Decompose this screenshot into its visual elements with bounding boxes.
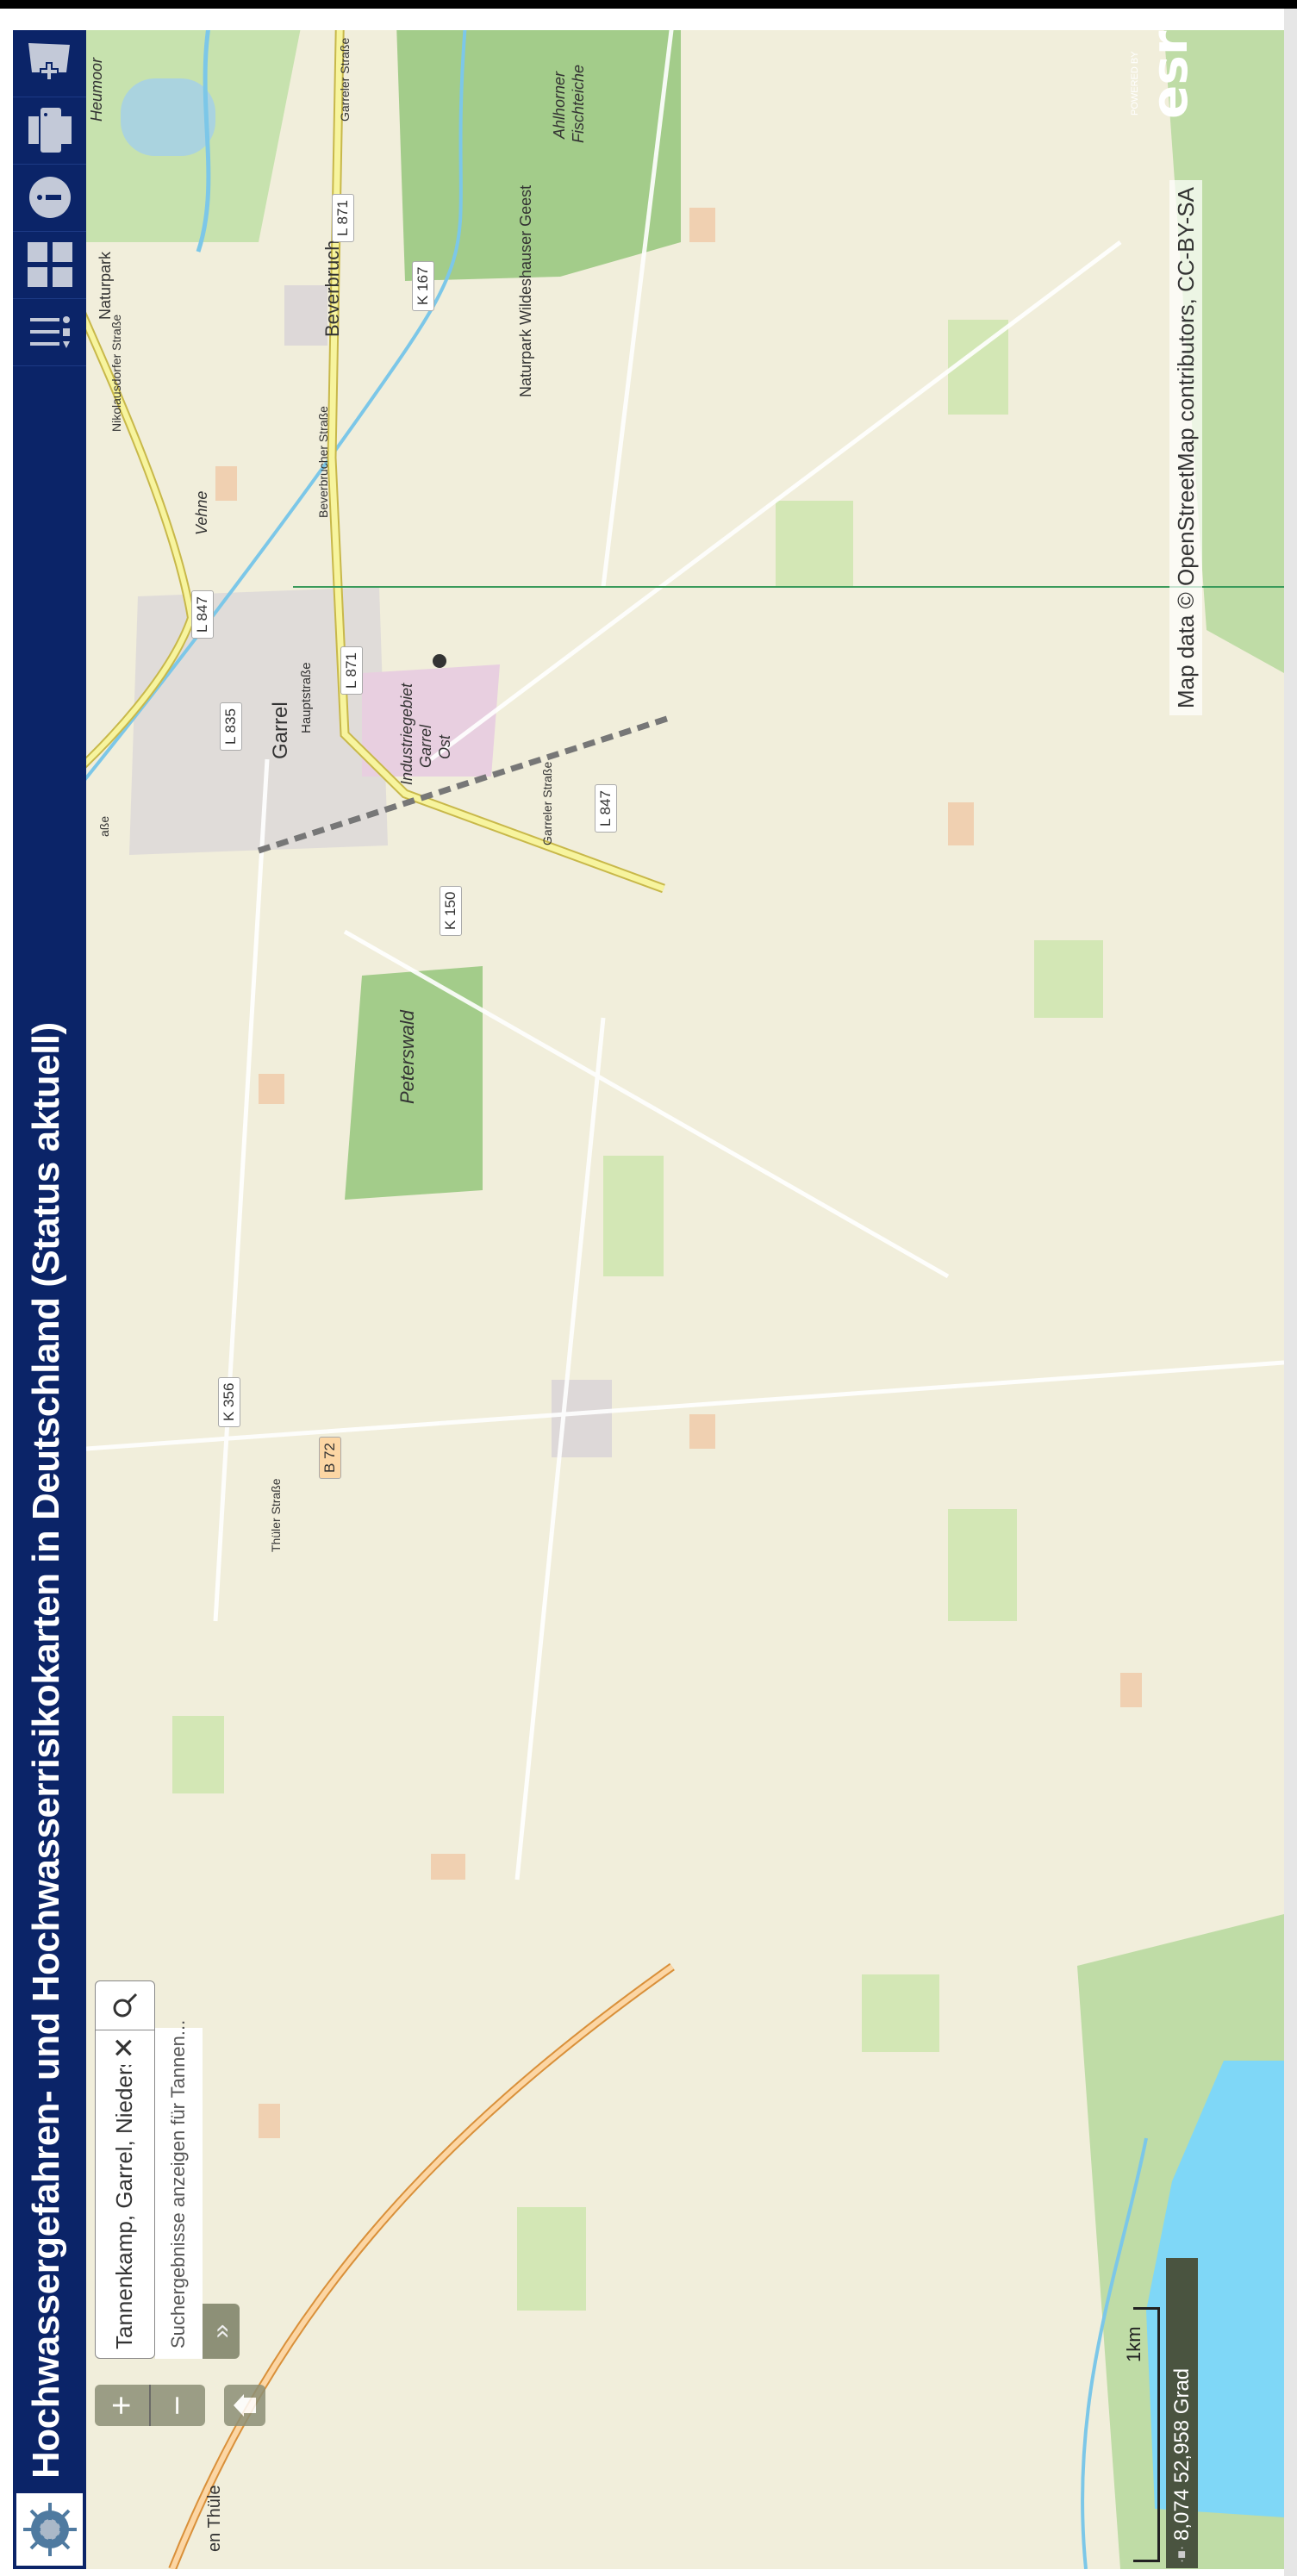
label-beverbrucher: Beverbrucher Straße [316, 406, 330, 518]
horizontal-scrollbar[interactable] [1284, 9, 1297, 2576]
label-garreler-2: Garreler Straße [540, 762, 554, 845]
zoom-in-button[interactable]: + [95, 2385, 151, 2426]
shield-l847: L 847 [595, 784, 617, 833]
zoom-out-button[interactable]: − [151, 2385, 205, 2426]
page-title: Hochwassergefahren- und Hochwasserrisiko… [25, 1022, 67, 2479]
label-garrel: Garrel [269, 702, 292, 759]
label-vehne: Vehne [193, 491, 210, 535]
legend-button[interactable] [13, 299, 86, 366]
clear-search-button[interactable]: ✕ [96, 2030, 154, 2065]
legend-icon [29, 316, 70, 349]
shield-l871: L 871 [340, 646, 363, 695]
coordinate-display: ·■· 8,074 52,958 Grad [1166, 2258, 1198, 2568]
expand-button[interactable]: » [203, 2304, 240, 2359]
label-garrel-ost-2: Ost [436, 734, 453, 759]
search-icon [113, 1993, 138, 2018]
search-input[interactable]: Tannenkamp, Garrel, Niedersach [96, 2065, 154, 2358]
scale-label: 1km [1123, 2326, 1144, 2362]
label-industrie: Industriegebiet [398, 683, 415, 785]
app-header: Hochwassergefahren- und Hochwasserrisiko… [13, 30, 86, 2569]
shield-k150: K 150 [440, 885, 462, 936]
label-naturpark: Naturpark [97, 251, 114, 320]
label-heumoor: Heumoor [88, 57, 105, 122]
search-box: Tannenkamp, Garrel, Niedersach ✕ [95, 1980, 155, 2359]
shield-l835: L 835 [220, 702, 242, 751]
home-button[interactable] [224, 2385, 265, 2426]
label-thule: en Thüle [205, 2486, 224, 2552]
label-peterswald: Peterswald [396, 1009, 418, 1104]
print-button[interactable] [13, 97, 86, 165]
shield-l871: L 871 [332, 194, 354, 242]
label-garreler-1: Garreler Straße [338, 38, 352, 122]
label-fischteiche: Fischteiche [570, 65, 587, 143]
home-icon [234, 2394, 256, 2417]
basemap-gallery-button[interactable] [13, 232, 86, 299]
map-app: Garrel Beverbruch Industriegebiet Garrel… [13, 30, 1284, 2569]
shield-k167: K 167 [412, 260, 434, 311]
attribution: Map data © OpenStreetMap contributors, C… [1169, 180, 1202, 715]
logo [16, 2493, 83, 2566]
location-marker [433, 654, 446, 668]
powered-by-text: POWERED BY [1130, 51, 1140, 115]
add-data-icon [28, 43, 70, 82]
basemap-gallery-icon [27, 242, 72, 288]
window-edge [0, 0, 1297, 9]
map-view[interactable]: Garrel Beverbruch Industriegebiet Garrel… [86, 30, 1284, 2569]
shield-k356: K 356 [218, 1376, 240, 1427]
crosshair-icon[interactable]: ·■· [1175, 2541, 1190, 2568]
info-button[interactable] [13, 165, 86, 232]
basemap: Garrel Beverbruch Industriegebiet Garrel… [86, 30, 1284, 2569]
label-thuler: Thüler Straße [269, 1478, 283, 1552]
toolbar [13, 30, 86, 366]
rotated-page: Garrel Beverbruch Industriegebiet Garrel… [0, 0, 1297, 2576]
label-strasse: aße [97, 816, 111, 837]
label-beverbruch: Beverbruch [321, 240, 343, 337]
esri-text: esri [1140, 30, 1199, 119]
label-nikolausdorfer: Nikolausdorfer Straße [109, 315, 123, 432]
shield-l847: L 847 [191, 590, 214, 639]
add-data-button[interactable] [13, 30, 86, 97]
zoom-control: + − [95, 2385, 205, 2426]
search-button[interactable] [96, 1981, 154, 2030]
town-garrel [129, 587, 388, 855]
shield-b72: B 72 [319, 1437, 341, 1479]
search-suggestion[interactable]: Suchergebnisse anzeigen für Tannen... [155, 2020, 203, 2359]
forest-ahlhorn [396, 30, 681, 281]
label-garrel-ost-1: Garrel [417, 724, 434, 768]
esri-logo[interactable]: POWERED BY esri [1125, 30, 1202, 119]
label-ahlhorner: Ahlhorner [551, 71, 568, 140]
coordinates-text: 8,074 52,958 Grad [1169, 2367, 1194, 2541]
info-icon [28, 177, 71, 219]
label-hauptstrasse: Hauptstraße [299, 662, 314, 733]
label-naturpark-full: Naturpark Wildeshauser Geest [517, 185, 534, 397]
print-icon [28, 108, 72, 153]
